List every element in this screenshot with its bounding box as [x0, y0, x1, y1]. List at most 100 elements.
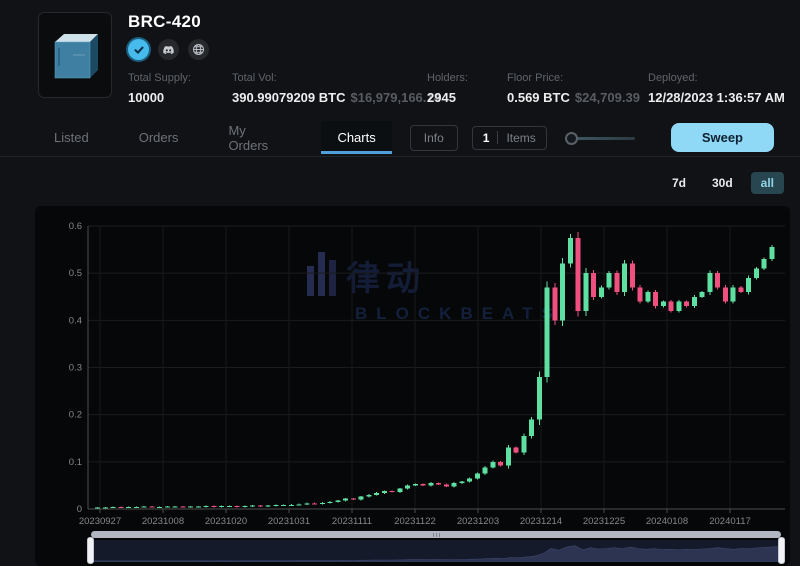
- candle: [506, 445, 511, 468]
- sweep-slider-knob[interactable]: [565, 132, 578, 145]
- candle: [653, 290, 658, 309]
- sweep-slider[interactable]: [565, 131, 635, 145]
- info-button[interactable]: Info: [410, 125, 458, 151]
- candle: [273, 505, 278, 507]
- stat-total-supply: Total Supply: 10000: [128, 72, 232, 105]
- candle: [343, 498, 348, 501]
- candle: [397, 488, 402, 493]
- candle: [421, 483, 426, 486]
- candle: [746, 276, 751, 295]
- candle: [731, 285, 736, 304]
- candle: [405, 484, 410, 489]
- stat-holders: Holders: 2945: [427, 72, 507, 105]
- candle: [250, 505, 255, 507]
- navigator-handle-left[interactable]: [87, 537, 94, 564]
- candle: [700, 291, 705, 298]
- x-axis-label: 20240117: [709, 516, 751, 527]
- tab-orders[interactable]: Orders: [123, 121, 195, 154]
- collection-title: BRC-420: [128, 12, 800, 32]
- candle: [630, 260, 635, 290]
- candle: [281, 505, 286, 507]
- candle: [188, 506, 193, 508]
- candle: [560, 258, 565, 326]
- candle: [568, 234, 573, 267]
- y-axis-label: 0.4: [69, 315, 82, 326]
- candle: [467, 477, 472, 482]
- candle: [111, 506, 116, 508]
- candle: [196, 506, 201, 508]
- items-count: 1: [483, 131, 490, 145]
- range-all[interactable]: all: [751, 172, 784, 194]
- candle: [692, 295, 697, 308]
- range-30d[interactable]: 30d: [704, 172, 741, 194]
- candle: [738, 286, 743, 293]
- y-axis-label: 0.2: [69, 410, 82, 421]
- candle: [157, 507, 162, 509]
- tab-listed[interactable]: Listed: [38, 121, 105, 154]
- candle: [622, 260, 627, 296]
- collection-thumbnail[interactable]: [38, 12, 112, 98]
- sweep-button[interactable]: Sweep: [671, 123, 774, 152]
- candle: [669, 300, 674, 313]
- x-axis-label: 20231111: [332, 516, 372, 527]
- candle: [304, 503, 309, 505]
- x-axis-label: 20231214: [520, 516, 562, 527]
- stats-row: Total Supply: 10000 Total Vol: 390.99079…: [128, 72, 800, 105]
- range-7d[interactable]: 7d: [664, 172, 694, 194]
- candle: [211, 506, 216, 508]
- candle: [359, 496, 364, 501]
- candle: [320, 502, 325, 504]
- candle: [723, 285, 728, 304]
- candle: [576, 232, 581, 316]
- navigator-overview: [91, 540, 781, 562]
- candle: [614, 270, 619, 295]
- sweep-slider-track[interactable]: [571, 137, 635, 140]
- items-count-box[interactable]: 1 Items: [472, 126, 547, 150]
- candle: [103, 507, 108, 509]
- tab-charts[interactable]: Charts: [321, 121, 391, 154]
- candle: [180, 506, 185, 508]
- candle: [413, 483, 418, 486]
- candle: [235, 506, 240, 508]
- x-axis-label: 20231122: [394, 516, 436, 527]
- tab-my-orders[interactable]: My Orders: [212, 114, 303, 162]
- candle: [638, 285, 643, 304]
- candle: [328, 501, 333, 503]
- candle: [436, 482, 441, 485]
- candle: [483, 466, 488, 475]
- candle: [219, 506, 224, 508]
- x-axis-label: 20231031: [268, 516, 310, 527]
- candle: [676, 300, 681, 313]
- candle: [428, 482, 433, 486]
- candle: [707, 270, 712, 295]
- candle: [173, 506, 178, 508]
- discord-icon[interactable]: [158, 39, 179, 60]
- candle: [591, 270, 596, 300]
- candle: [390, 490, 395, 492]
- chart-navigator[interactable]: [91, 540, 781, 562]
- chart-scrollbar[interactable]: [91, 531, 781, 538]
- candle: [204, 506, 209, 508]
- navigator-handle-right[interactable]: [778, 537, 785, 564]
- candle: [374, 492, 379, 495]
- candle: [459, 481, 464, 484]
- time-range-selector: 7d 30d all: [0, 171, 784, 195]
- candle: [645, 290, 650, 303]
- items-divider: [497, 131, 498, 144]
- globe-icon[interactable]: [188, 39, 209, 60]
- y-axis-label: 0: [77, 504, 82, 515]
- candle: [444, 484, 449, 487]
- navigator-area: [91, 546, 781, 562]
- chart-panel: 律动 BLOCKBEATS 00.10.20.30.40.50.62023092…: [35, 206, 790, 566]
- collection-page: BRC-420 Total Supply: 10000: [0, 0, 800, 566]
- candle: [452, 482, 457, 487]
- collection-header: BRC-420 Total Supply: 10000: [0, 0, 800, 105]
- candle: [134, 507, 139, 509]
- candle: [599, 286, 604, 299]
- x-axis-label: 20231020: [205, 516, 247, 527]
- y-axis-label: 0.1: [69, 457, 82, 468]
- candle: [95, 507, 100, 509]
- candle: [583, 268, 588, 316]
- candle: [769, 245, 774, 261]
- y-axis-label: 0.3: [69, 363, 82, 374]
